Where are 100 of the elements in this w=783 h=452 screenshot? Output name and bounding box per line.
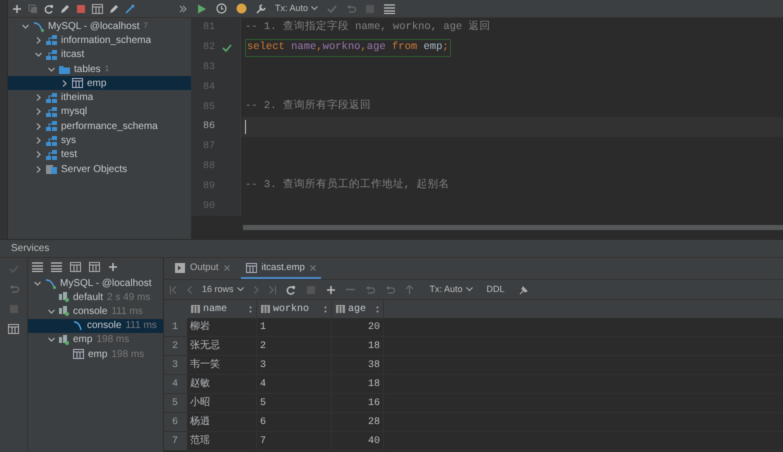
tree-item[interactable]: mysql [8,104,191,120]
column-icon [261,305,270,313]
sort-icon[interactable] [249,306,252,312]
time-label: 111 ms [111,304,143,319]
tree-item[interactable]: console 111 ms [28,304,163,319]
output-icon [175,263,185,273]
tree-item[interactable]: tables 1 [8,62,191,76]
table-icon [73,349,84,360]
line-number: 86 [202,120,215,134]
tree-item[interactable]: default 2 s 49 ms [28,290,163,304]
sort-icon[interactable] [376,306,379,312]
tree-item[interactable]: MySQL - @localhost [28,276,163,290]
coin-icon[interactable] [236,3,247,14]
tree-label: itheima [61,91,94,106]
close-icon[interactable] [310,265,316,271]
caret-icon[interactable] [311,6,318,11]
tree-label: itcast [61,48,84,62]
tab[interactable]: Output [170,259,235,279]
table-icon[interactable] [8,324,19,334]
check-icon[interactable] [8,264,18,274]
tree-item[interactable]: MySQL - @localhost 7 [8,19,191,34]
tree-label: Server Objects [61,162,128,177]
more-icon[interactable] [179,4,187,12]
list-icon[interactable] [32,262,43,272]
table-cell: 小昭 [187,394,257,412]
tree-label: console [87,319,122,334]
tree-item[interactable]: itcast [8,48,191,62]
tree-item[interactable]: sys [8,133,191,148]
tree-label: information_schema [61,34,152,48]
code-comment: -- 1. 查询指定字段 name, workno, age 返回 [245,20,491,36]
panel-title: Services [11,242,50,256]
row-number: 2 [164,337,187,355]
check-icon[interactable] [327,4,338,14]
tree-label: tables [74,62,101,77]
table-icon[interactable] [92,4,103,14]
schema-icon [46,50,57,60]
sort-icon[interactable] [324,306,327,312]
time-label: 198 ms [111,348,144,362]
tree-item[interactable]: itheima [8,90,191,105]
tree-item[interactable]: emp [8,76,191,90]
pencil-icon[interactable] [60,4,70,14]
add-icon[interactable] [108,262,118,272]
add-icon[interactable] [12,4,22,14]
ddl-button[interactable]: DDL [482,282,509,296]
tree-item[interactable]: test [8,148,191,162]
session-icon [59,306,69,316]
tree-label: emp [73,333,92,348]
run-icon[interactable] [197,4,207,14]
tree-label: emp [88,348,108,362]
caret-icon[interactable] [466,287,473,292]
tree-label: mysql [61,105,88,120]
table-cell: 柳岩 [187,318,257,336]
clock-icon[interactable] [216,3,227,14]
table-icon[interactable] [70,262,81,272]
table-cell: 韦一笑 [187,356,257,374]
code-comment: -- 2. 查询所有字段返回 [245,99,371,114]
session-icon [59,292,69,302]
tree-label: default [73,290,104,305]
dolphin-icon [33,20,44,32]
close-icon[interactable] [224,265,230,271]
caret-icon[interactable] [236,287,244,292]
row-number: 3 [164,356,187,374]
console-icon [73,320,83,331]
code-comment: -- 3. 查询所有员工的工作地址, 起别名 [245,178,450,194]
transaction-mode-dropdown[interactable]: Tx: Auto [275,2,318,16]
stop-icon[interactable] [76,4,86,14]
tree-label: MySQL - @localhost [60,276,152,291]
tree-item[interactable]: performance_schema [8,119,191,134]
server-icon [46,164,57,174]
tree-label: test [61,148,78,162]
schema-icon [46,136,57,146]
list-icon[interactable] [384,4,396,14]
table-icon[interactable] [89,262,100,272]
list-icon[interactable] [51,262,62,272]
tree-item[interactable]: emp 198 ms [28,332,163,347]
table-icon [246,263,257,273]
tab[interactable]: itcast.emp [240,259,321,279]
transaction-mode-dropdown[interactable]: Tx: Auto [430,282,473,296]
wrench-icon[interactable] [256,4,266,14]
folder-icon [59,64,70,74]
schema-icon [46,121,57,132]
add-icon[interactable] [326,284,336,294]
tree-item[interactable]: Server Objects [8,162,191,176]
horizontal-scrollbar[interactable] [243,224,783,230]
session-icon [59,334,69,345]
schema-icon [46,150,57,160]
schema-icon [46,106,57,117]
table-cell: 范瑶 [187,432,257,450]
refresh-icon[interactable] [44,4,54,14]
pencil-icon[interactable] [109,4,119,14]
tree-item[interactable]: console 111 ms [28,318,163,333]
text-cursor [245,120,246,134]
tree-item[interactable]: information_schema [8,33,191,48]
time-label: 111 ms [125,319,157,334]
rows-dropdown[interactable]: 16 rows [202,282,244,296]
refresh-icon[interactable] [286,284,296,294]
table-cell: 赵敏 [187,375,257,393]
pin-icon[interactable] [518,284,529,294]
tree-item[interactable]: emp 198 ms [28,346,163,362]
row-number: 5 [164,394,187,412]
